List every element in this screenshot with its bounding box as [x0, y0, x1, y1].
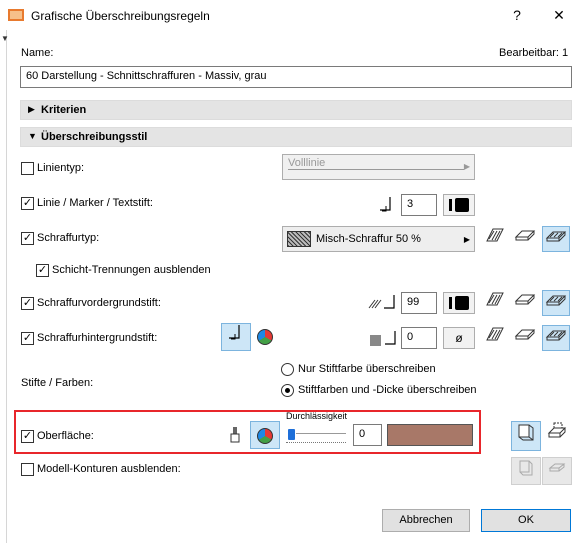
fg-pen-icon [368, 294, 400, 312]
criteria-section-header[interactable]: ▶ Kriterien [20, 100, 572, 120]
line-pen-label: Linie / Marker / Textstift: [37, 197, 153, 209]
surface-color-swatch[interactable] [387, 424, 473, 446]
null-pen-button[interactable]: ø [443, 327, 475, 349]
side-panel-edge [0, 30, 7, 543]
editable-label: Bearbeitbar: 1 [499, 47, 569, 59]
pen-weight-button[interactable] [443, 194, 475, 216]
drafting-fill-icon[interactable] [542, 325, 570, 351]
color-mode-icon[interactable] [257, 329, 273, 345]
line-pen-checkbox[interactable]: ✓ [21, 197, 34, 210]
slider-track [296, 433, 346, 434]
transparency-label: Durchlässigkeit [286, 411, 348, 421]
transparency-slider[interactable] [286, 424, 348, 446]
cover-fill-icon[interactable] [511, 325, 539, 351]
bg-pen-checkbox[interactable]: ✓ [21, 332, 34, 345]
cover-fill-icon[interactable] [511, 226, 539, 252]
fill-type-dropdown[interactable]: Misch-Schraffur 50 % ▶ [282, 226, 475, 252]
dropdown-arrow-icon: ▶ [463, 162, 470, 171]
style-label: Überschreibungsstil [41, 131, 148, 143]
radio-pen-color-weight[interactable] [281, 384, 294, 397]
option-pen-color-weight: Stiftfarben und -Dicke überschreiben [298, 384, 477, 396]
surface-color-mode-button[interactable] [250, 421, 280, 449]
criteria-label: Kriterien [41, 104, 87, 116]
ok-button[interactable]: OK [481, 509, 571, 532]
drafting-fill-icon[interactable] [542, 290, 570, 316]
name-input[interactable]: 60 Darstellung - Schnittschraffuren - Ma… [20, 66, 572, 88]
color-wheel-icon [257, 427, 273, 444]
pen-mode-button[interactable] [221, 323, 251, 351]
fill-type-value: Misch-Schraffur 50 % [316, 233, 421, 245]
help-button[interactable]: ? [505, 3, 529, 27]
bg-pen-label: Schraffurhintergrundstift: [37, 332, 158, 344]
model-contours-label: Modell-Konturen ausblenden: [37, 463, 181, 475]
hatch-swatch-icon [287, 231, 311, 247]
paint-brush-icon [229, 426, 241, 444]
surface-override-button[interactable] [511, 421, 541, 451]
contour-on-icon [511, 457, 541, 485]
hide-layers-label: Schicht-Trennungen ausblenden [52, 264, 211, 276]
line-pen-input[interactable]: 3 [401, 194, 437, 216]
cut-fill-icon[interactable] [481, 226, 509, 252]
line-preview [288, 169, 464, 170]
style-section-header[interactable]: ▼ Überschreibungsstil [20, 127, 572, 147]
hide-layers-checkbox[interactable]: ✓ [36, 264, 49, 277]
fg-pen-weight-button[interactable] [443, 292, 475, 314]
slider-ticks [286, 442, 346, 443]
expand-down-icon: ▼ [28, 131, 37, 141]
expand-right-icon: ▶ [28, 104, 35, 114]
cancel-button[interactable]: Abbrechen [382, 509, 470, 532]
transparency-input[interactable]: 0 [353, 424, 382, 446]
fill-type-checkbox[interactable]: ✓ [21, 232, 34, 245]
cut-fill-icon[interactable] [481, 290, 509, 316]
pens-colors-label: Stifte / Farben: [21, 377, 94, 389]
linetype-checkbox[interactable] [21, 162, 34, 175]
fill-type-label: Schraffurtyp: [37, 232, 100, 244]
surface-label: Oberfläche: [37, 430, 94, 442]
slider-thumb[interactable] [288, 429, 295, 440]
window-title: Grafische Überschreibungsregeln [31, 9, 210, 23]
linetype-dropdown: Volllinie ▶ [282, 154, 475, 180]
bg-pen-icon [369, 330, 401, 348]
model-contours-checkbox[interactable] [21, 463, 34, 476]
bg-pen-input[interactable]: 0 [401, 327, 437, 349]
surface-checkbox[interactable]: ✓ [21, 430, 34, 443]
fg-pen-input[interactable]: 99 [401, 292, 437, 314]
drafting-fill-icon[interactable] [542, 226, 570, 252]
dropdown-arrow-icon: ▶ [463, 235, 470, 244]
linetype-label: Linientyp: [37, 162, 85, 174]
fg-pen-checkbox[interactable]: ✓ [21, 297, 34, 310]
pen-icon [376, 196, 398, 214]
name-label: Name: [21, 47, 54, 59]
fg-pen-label: Schraffurvordergrundstift: [37, 297, 161, 309]
app-icon [8, 8, 24, 22]
radio-pen-color-only[interactable] [281, 363, 294, 376]
cover-fill-icon[interactable] [511, 290, 539, 316]
cut-fill-icon[interactable] [481, 325, 509, 351]
surface-preview-button[interactable] [542, 421, 572, 451]
linetype-value: Volllinie [288, 157, 326, 169]
contour-off-icon [542, 457, 572, 485]
side-arrow-icon[interactable]: ▼ [1, 34, 9, 43]
option-pen-color-only: Nur Stiftfarbe überschreiben [298, 363, 436, 375]
close-button[interactable]: ✕ [545, 3, 573, 27]
